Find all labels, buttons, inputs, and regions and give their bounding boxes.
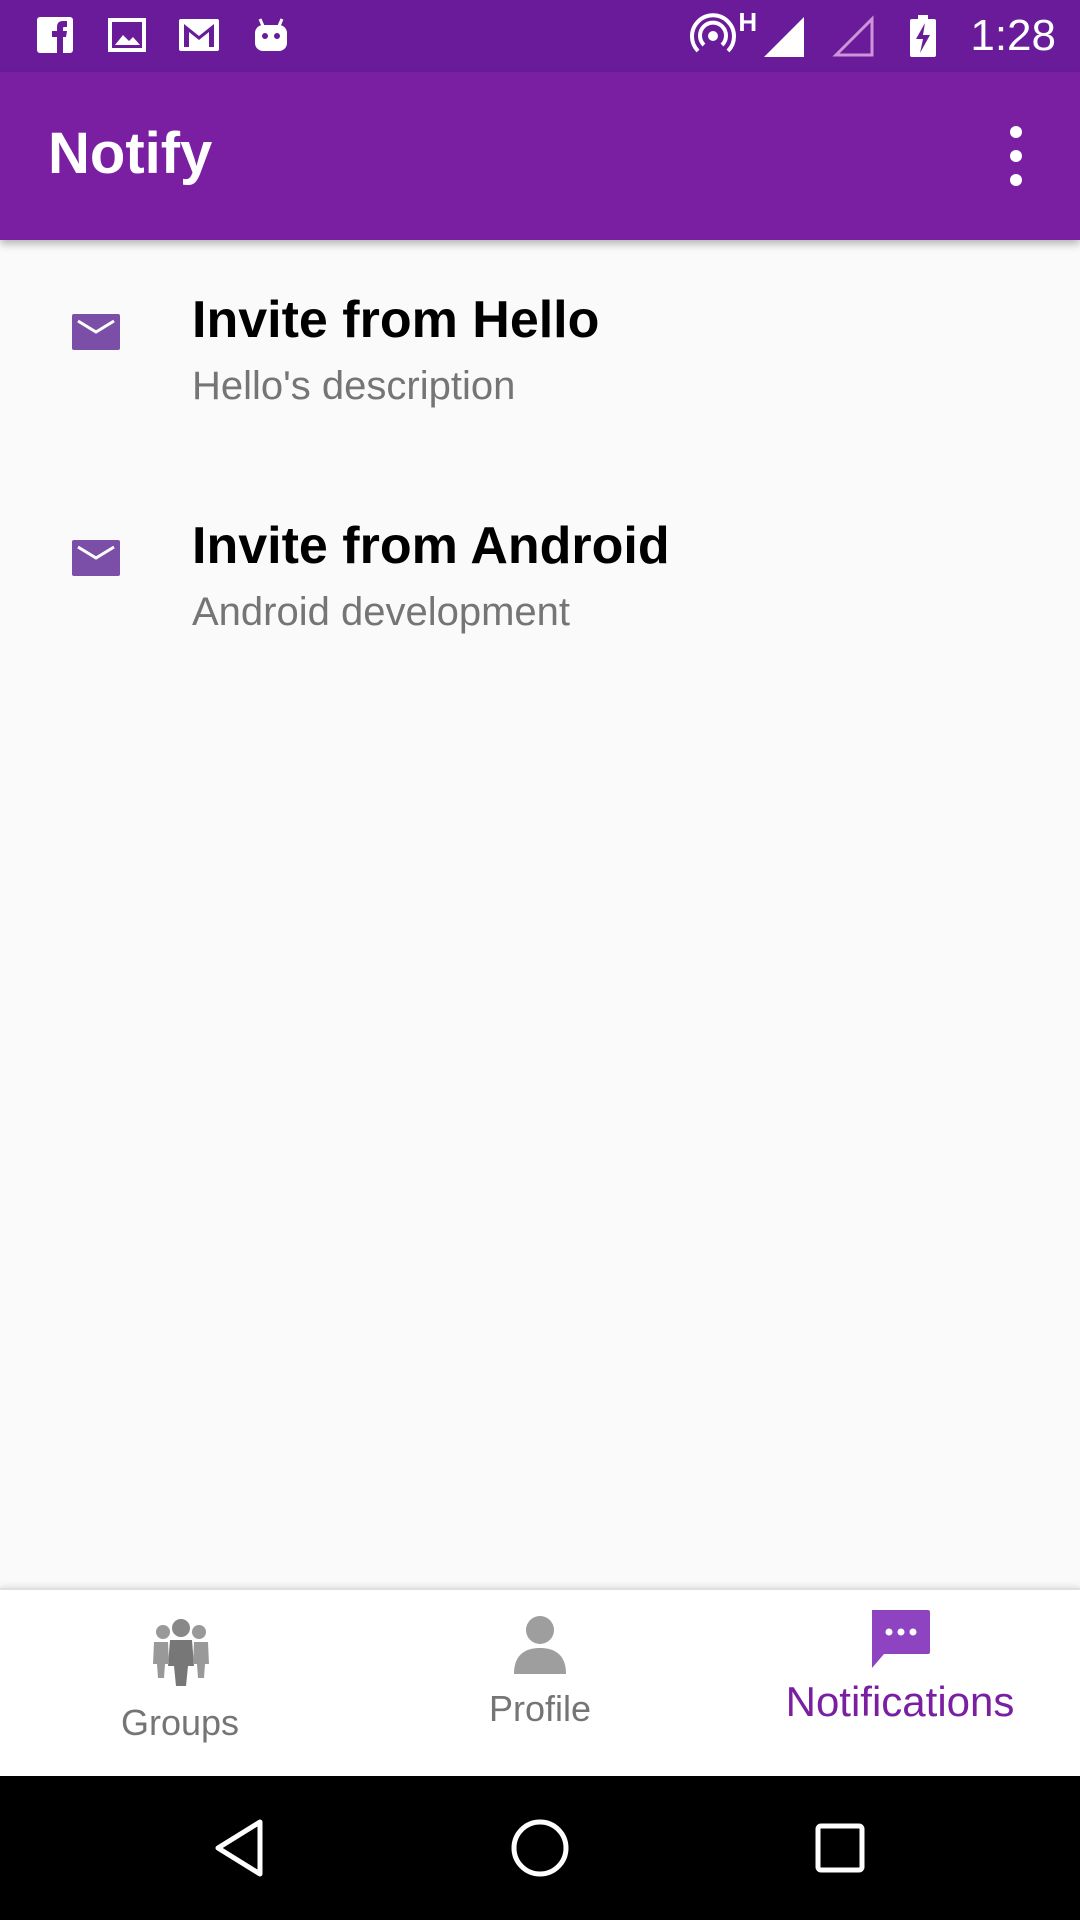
android-icon	[248, 12, 294, 58]
battery-charging-icon	[900, 13, 946, 59]
home-icon[interactable]	[508, 1816, 572, 1880]
gmail-icon	[176, 12, 222, 58]
system-navigation-bar	[0, 1776, 1080, 1920]
notification-description: Android development	[192, 590, 571, 634]
groups-icon	[150, 1616, 212, 1686]
mail-icon	[72, 314, 120, 350]
signal-full-icon: H	[738, 7, 806, 59]
tab-label: Groups	[120, 1702, 240, 1743]
back-icon[interactable]	[210, 1816, 274, 1880]
app-bar: Notify	[0, 72, 1080, 240]
person-icon	[512, 1614, 574, 1676]
tab-label: Notifications	[785, 1678, 1015, 1725]
tab-groups[interactable]: Groups	[0, 1590, 360, 1778]
status-clock: 1:28	[970, 11, 1056, 60]
tab-label: Profile	[488, 1688, 592, 1729]
recents-icon[interactable]	[808, 1816, 872, 1880]
tab-notifications[interactable]: Notifications	[720, 1590, 1080, 1778]
mail-icon	[72, 540, 120, 576]
list-item[interactable]: Invite from Hello Hello's description	[0, 240, 1080, 466]
facebook-icon	[32, 12, 78, 58]
more-vert-icon[interactable]	[992, 126, 1040, 186]
status-bar: H 1:28	[0, 0, 1080, 72]
notification-description: Hello's description	[192, 364, 516, 408]
tab-profile[interactable]: Profile	[360, 1590, 720, 1778]
notification-title: Invite from Hello	[192, 291, 600, 349]
image-icon	[104, 12, 150, 58]
notification-list: Invite from Hello Hello's description In…	[0, 240, 1080, 692]
bottom-navigation: Groups Profile Notifications	[0, 1588, 1080, 1778]
app-title: Notify	[48, 121, 213, 186]
notification-title: Invite from Android	[192, 517, 670, 575]
hotspot-icon	[690, 13, 737, 59]
network-type-label: H	[738, 7, 758, 37]
signal-empty-icon	[830, 13, 876, 59]
list-item[interactable]: Invite from Android Android development	[0, 466, 1080, 692]
chat-bubble-icon	[868, 1608, 930, 1670]
